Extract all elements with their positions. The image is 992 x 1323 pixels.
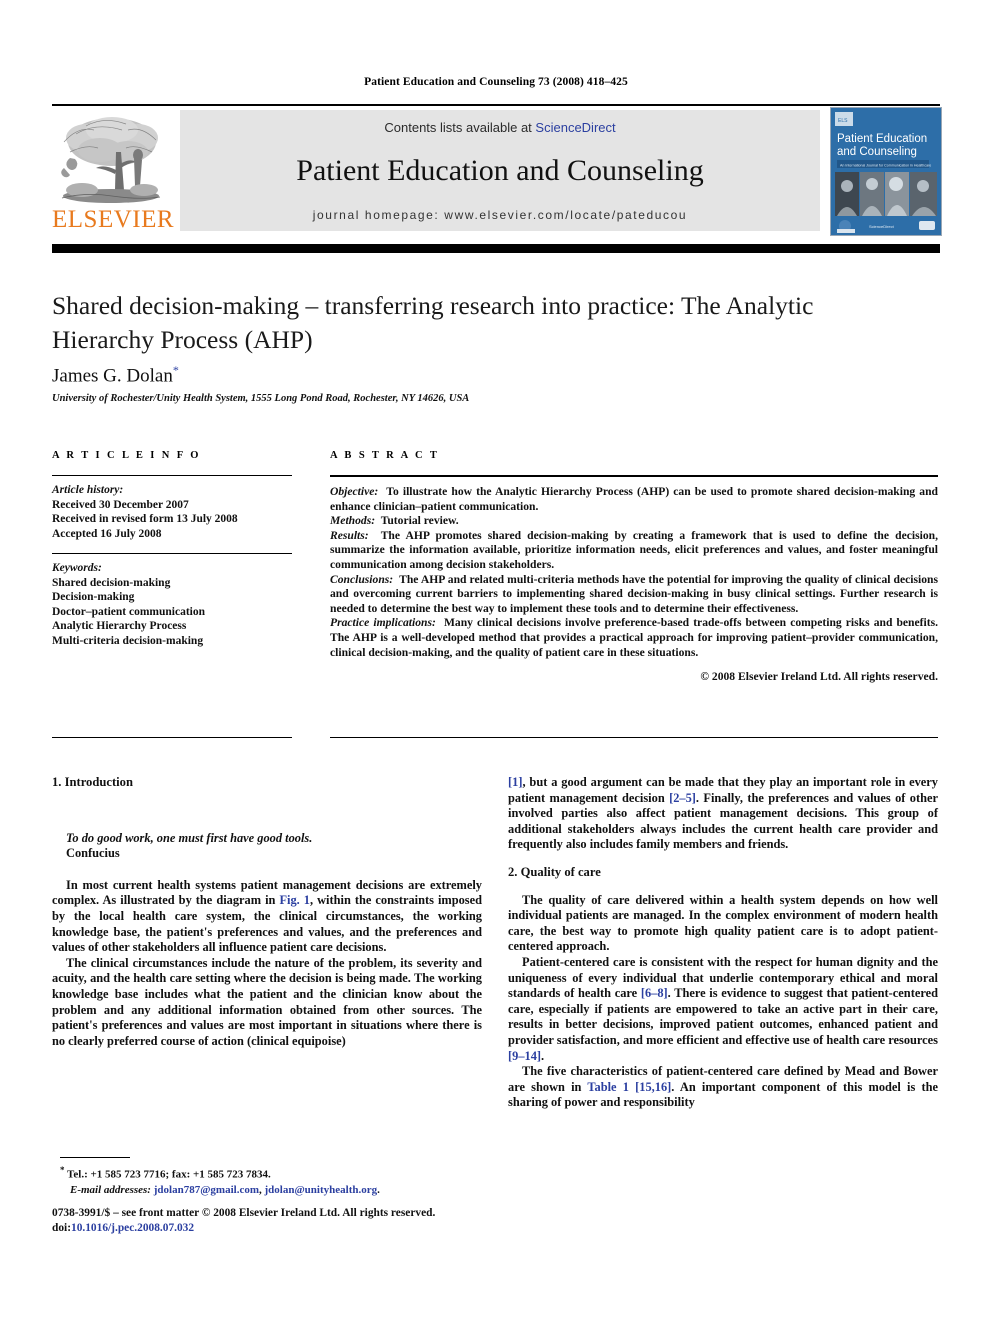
issn-line: 0738-3991/$ – see front matter © 2008 El…: [52, 1207, 436, 1219]
author-label: James G. Dolan: [52, 365, 173, 387]
history-item: Received 30 December 2007: [52, 498, 189, 511]
abstract-section-label: Methods:: [330, 514, 376, 528]
abstract-section: Results: The AHP promotes shared decisio…: [330, 529, 938, 573]
citation-link[interactable]: [9–14]: [508, 1049, 541, 1063]
author-affiliation: University of Rochester/Unity Health Sys…: [52, 393, 470, 404]
author-name: James G. Dolan*: [52, 363, 179, 387]
elsevier-wordmark: ELSEVIER: [52, 206, 175, 233]
journal-title: Patient Education and Counseling: [296, 154, 704, 187]
page-title: Shared decision-making – transferring re…: [52, 291, 814, 354]
citation-link[interactable]: [1]: [508, 775, 522, 789]
abstract-section-text: To illustrate how the Analytic Hierarchy…: [330, 485, 938, 513]
doi-line: doi:10.1016/j.pec.2008.07.032: [52, 1221, 512, 1236]
abstract-heading: A B S T R A C T: [330, 450, 440, 461]
abstract-section: Methods: Tutorial review.: [330, 514, 938, 529]
abstract-column: A B S T R A C T Objective: To illustrate…: [330, 450, 938, 685]
abstract-section: Practice implications: Many clinical dec…: [330, 616, 938, 660]
body-column-left: 1. Introduction To do good work, one mus…: [52, 775, 482, 1049]
journal-article-page: Patient Education and Counseling 73 (200…: [0, 0, 992, 1323]
abstract-section: Objective: To illustrate how the Analyti…: [330, 485, 938, 514]
abstract-section-label: Practice implications:: [330, 616, 436, 630]
article-info-bottom-rule: [52, 737, 292, 738]
keyword-item: Shared decision-making: [52, 576, 171, 589]
citation-link[interactable]: [2–5]: [669, 791, 696, 805]
email-line-end: .: [377, 1183, 380, 1196]
abstract-section-text: The AHP and related multi-criteria metho…: [330, 572, 938, 615]
article-history-label: Article history:: [52, 484, 124, 496]
journal-masthead: ELSEVIER Contents lists available at Sci…: [52, 104, 942, 253]
elsevier-tree-icon: [61, 117, 161, 203]
doi-label: doi:: [52, 1222, 71, 1234]
paragraph: In most current health systems patient m…: [52, 878, 482, 956]
section-heading-quality-of-care: 2. Quality of care: [508, 864, 601, 879]
abstract-section-label: Objective:: [330, 485, 379, 498]
elsevier-logo: ELSEVIER: [52, 110, 175, 234]
abstract-bottom-rule: [330, 737, 938, 738]
footnote-tel: Tel.: +1 585 723 7716; fax: +1 585 723 7…: [64, 1168, 271, 1181]
citation-link[interactable]: [6–8]: [641, 986, 668, 1000]
journal-cover-thumbnail: ELS Patient Education and Counseling An …: [830, 107, 942, 236]
article-info-rule: [52, 475, 292, 476]
running-head: Patient Education and Counseling 73 (200…: [364, 76, 628, 88]
abstract-rule: [330, 475, 938, 477]
paragraph: The five characteristics of patient-cent…: [508, 1064, 938, 1111]
footnote-contact-line: * Tel.: +1 585 723 7716; fax: +1 585 723…: [60, 1163, 480, 1183]
keyword-item: Multi-criteria decision-making: [52, 634, 204, 647]
history-item: Accepted 16 July 2008: [52, 527, 162, 540]
epigraph-quote: To do good work, one must first have goo…: [66, 830, 313, 845]
keyword-item: Analytic Hierarchy Process: [52, 620, 187, 632]
email-link-primary[interactable]: jdolan787@gmail.com: [154, 1184, 259, 1196]
epigraph-source: Confucius: [66, 846, 120, 861]
paragraph: The clinical circumstances include the n…: [52, 955, 482, 1048]
email-link-secondary[interactable]: jdolan@unityhealth.org: [265, 1184, 378, 1196]
sciencedirect-link[interactable]: ScienceDirect: [535, 120, 615, 135]
keywords-block: Keywords: Shared decision-making Decisio…: [52, 561, 292, 648]
article-history-block: Article history: Received 30 December 20…: [52, 483, 292, 541]
keywords-label: Keywords:: [52, 562, 102, 574]
abstract-section-text: The AHP promotes shared decision-making …: [330, 528, 938, 571]
abstract-section-label: Conclusions:: [330, 572, 394, 586]
abstract-section: Conclusions: The AHP and related multi-c…: [330, 573, 938, 617]
sciencedirect-panel: Contents lists available at ScienceDirec…: [180, 110, 820, 231]
email-label: E-mail addresses:: [70, 1183, 151, 1196]
abstract-section-label: Results:: [330, 528, 369, 542]
svg-text:ScienceDirect: ScienceDirect: [869, 224, 895, 229]
footnote-email-line: E-mail addresses: jdolan787@gmail.com, j…: [60, 1183, 480, 1198]
masthead-top-rule: [52, 104, 940, 106]
citation-link[interactable]: [15,16]: [635, 1080, 671, 1094]
keyword-item: Doctor–patient communication: [52, 605, 205, 618]
svg-text:Patient Education: Patient Education: [837, 133, 927, 145]
keyword-item: Decision-making: [52, 591, 135, 603]
svg-text:An International Journal for C: An International Journal for Communicati…: [840, 164, 931, 168]
paragraph: [1], but a good argument can be made tha…: [508, 775, 938, 853]
masthead-bottom-bar: [52, 244, 940, 253]
history-item: Received in revised form 13 July 2008: [52, 513, 238, 525]
paragraph: The quality of care delivered within a h…: [508, 892, 938, 954]
svg-text:and Counseling: and Counseling: [837, 146, 917, 158]
abstract-body: Objective: To illustrate how the Analyti…: [330, 485, 938, 685]
body-column-right: [1], but a good argument can be made tha…: [508, 775, 938, 1111]
contents-available-text: Contents lists available at: [384, 120, 532, 135]
section-heading-introduction: 1. Introduction: [52, 775, 133, 789]
svg-text:ELS: ELS: [838, 118, 848, 124]
article-info-heading: A R T I C L E I N F O: [52, 450, 201, 461]
abstract-section-text: Tutorial review.: [380, 514, 459, 528]
footer-issn-block: 0738-3991/$ – see front matter © 2008 El…: [52, 1206, 512, 1236]
corresponding-author-marker[interactable]: *: [173, 363, 179, 377]
article-info-column: A R T I C L E I N F O Article history: R…: [52, 450, 292, 648]
journal-cover-image: ELS Patient Education and Counseling An …: [831, 108, 941, 235]
footnote-rule: [60, 1157, 130, 1158]
doi-link[interactable]: 10.1016/j.pec.2008.07.032: [71, 1222, 194, 1234]
contents-available-line: Contents lists available at ScienceDirec…: [180, 120, 820, 135]
table-reference-link[interactable]: Table 1: [587, 1080, 629, 1094]
paragraph-text: .: [541, 1048, 545, 1063]
footnote-block: * Tel.: +1 585 723 7716; fax: +1 585 723…: [60, 1163, 480, 1198]
journal-homepage-link[interactable]: journal homepage: www.elsevier.com/locat…: [180, 208, 820, 222]
article-info-separator: [52, 553, 292, 554]
figure-reference-link[interactable]: Fig. 1: [279, 893, 310, 907]
paragraph: Patient-centered care is consistent with…: [508, 955, 938, 1064]
abstract-copyright: © 2008 Elsevier Ireland Ltd. All rights …: [700, 670, 938, 684]
